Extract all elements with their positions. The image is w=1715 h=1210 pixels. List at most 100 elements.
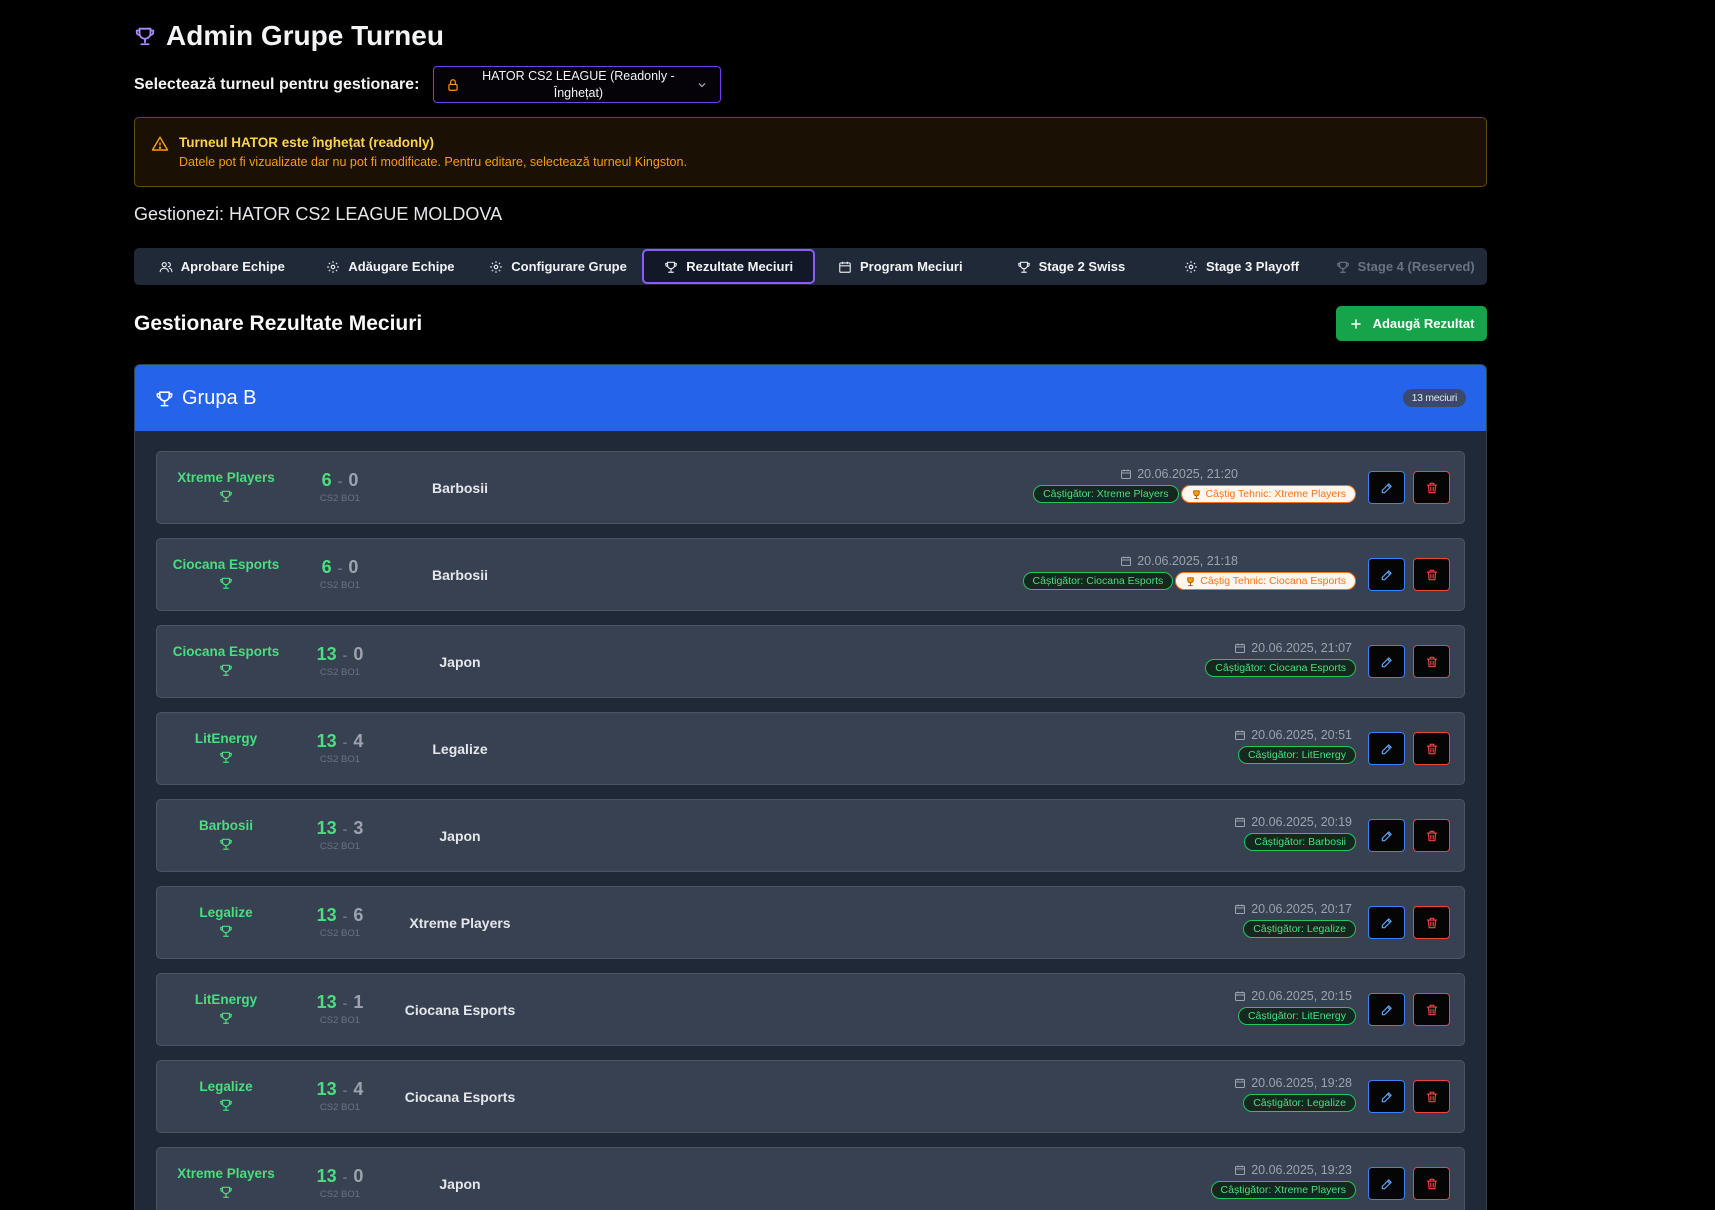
- add-result-button[interactable]: Adaugă Rezultat: [1336, 306, 1487, 341]
- tab-stage-3-playoff[interactable]: Stage 3 Playoff: [1157, 249, 1327, 284]
- score-team2: 0: [353, 1166, 364, 1186]
- technical-win-text: Câștig Tehnic: Ciocana Esports: [1200, 575, 1346, 587]
- trash-icon: [1425, 568, 1439, 582]
- alert-title: Turneul HATOR este înghețat (readonly): [179, 135, 435, 150]
- score-team1: 13: [316, 644, 337, 664]
- tab-label: Stage 2 Swiss: [1038, 259, 1126, 274]
- match-date: 20.06.2025, 21:20: [1120, 467, 1238, 481]
- tab-configurare-grupe[interactable]: Configurare Grupe: [474, 249, 642, 284]
- match-date-text: 20.06.2025, 21:20: [1137, 467, 1238, 481]
- winner-badge: Câștigător: Legalize: [1243, 1094, 1356, 1112]
- match-row: Legalize 13-6 CS2 BO1 Xtreme Players 20.06.2…: [156, 886, 1465, 959]
- match-score: 13-0 CS2 BO1: [295, 1166, 385, 1200]
- edit-match-button[interactable]: [1368, 645, 1405, 678]
- delete-match-button[interactable]: [1413, 471, 1450, 504]
- tab-program-meciuri[interactable]: Program Meciuri: [815, 249, 985, 284]
- trash-icon: [1425, 829, 1439, 843]
- select-value-line1: HATOR CS2 LEAGUE (Readonly -: [482, 68, 675, 83]
- tab-label: Aprobare Echipe: [180, 259, 285, 274]
- delete-match-button[interactable]: [1413, 645, 1450, 678]
- tab-rezultate-meciuri[interactable]: Rezultate Meciuri: [641, 249, 816, 284]
- trophy-icon: [157, 750, 295, 764]
- team1-name: Ciocana Esports: [172, 557, 280, 572]
- trash-icon: [1425, 742, 1439, 756]
- delete-match-button[interactable]: [1413, 558, 1450, 591]
- team1: Ciocana Esports: [157, 644, 295, 677]
- edit-match-button[interactable]: [1368, 471, 1405, 504]
- winner-badge: Câștigător: LitEnergy: [1237, 746, 1356, 764]
- delete-match-button[interactable]: [1413, 819, 1450, 852]
- delete-match-button[interactable]: [1413, 1080, 1450, 1113]
- match-meta: 20.06.2025, 19:28 Câștigător: Legalize: [1234, 1076, 1356, 1112]
- team1-name: Barbosii: [198, 818, 253, 833]
- tab-stage-2-swiss[interactable]: Stage 2 Swiss: [985, 249, 1157, 284]
- calendar-icon: [1120, 555, 1132, 567]
- match-meta: 20.06.2025, 20:19 Câștigător: Barbosii: [1234, 815, 1356, 851]
- match-format: CS2 BO1: [319, 1102, 361, 1113]
- score-separator: -: [342, 647, 348, 663]
- delete-match-button[interactable]: [1413, 1167, 1450, 1200]
- team1-name: LitEnergy: [194, 731, 258, 746]
- lock-icon: [446, 78, 460, 92]
- delete-match-button[interactable]: [1413, 993, 1450, 1026]
- score-separator: -: [342, 821, 348, 837]
- match-date-text: 20.06.2025, 19:23: [1251, 1163, 1352, 1177]
- trash-icon: [1425, 1177, 1439, 1191]
- team1: Legalize: [157, 905, 295, 938]
- trash-icon: [1425, 655, 1439, 669]
- edit-icon: [1380, 742, 1394, 756]
- score-separator: -: [342, 995, 348, 1011]
- winner-badge: Câștigător: Xtreme Players: [1033, 485, 1179, 503]
- match-meta: 20.06.2025, 21:18 Câștigător: Ciocana Esp…: [1022, 554, 1356, 590]
- edit-match-button[interactable]: [1368, 558, 1405, 591]
- edit-match-button[interactable]: [1368, 1167, 1405, 1200]
- team1-name: Legalize: [199, 905, 253, 920]
- team1: LitEnergy: [157, 731, 295, 764]
- team1-name: Xtreme Players: [177, 1166, 275, 1181]
- match-row: LitEnergy 13-1 CS2 BO1 Ciocana Esports 20.06…: [156, 973, 1465, 1046]
- score-team1: 13: [316, 818, 337, 838]
- match-date: 20.06.2025, 21:18: [1120, 554, 1238, 568]
- team2-name: Ciocana Esports: [404, 1089, 516, 1105]
- match-meta: 20.06.2025, 20:15 Câștigător: LitEnergy: [1234, 989, 1356, 1025]
- edit-match-button[interactable]: [1368, 732, 1405, 765]
- page-title: Admin Grupe Turneu: [166, 20, 444, 51]
- match-actions: [1368, 819, 1450, 852]
- admin-tabs: Aprobare Echipe Adăugare Echipe Configurar…: [134, 248, 1487, 285]
- readonly-alert: Turneul HATOR este înghețat (readonly) D…: [134, 117, 1487, 187]
- score-team1: 13: [316, 905, 337, 925]
- edit-icon: [1380, 1003, 1394, 1017]
- tab-stage-4-reserved: Stage 4 (Reserved): [1326, 249, 1484, 284]
- tab-aprobare-echipe[interactable]: Aprobare Echipe: [137, 249, 307, 284]
- score-team1: 13: [316, 992, 337, 1012]
- tournament-select[interactable]: HATOR CS2 LEAGUE (Readonly - Înghețat): [433, 66, 722, 103]
- team2-name: Xtreme Players: [409, 915, 511, 931]
- edit-match-button[interactable]: [1368, 993, 1405, 1026]
- tab-label: Configurare Grupe: [511, 259, 627, 274]
- trophy-icon: [1017, 260, 1031, 274]
- match-format: CS2 BO1: [319, 1189, 361, 1200]
- edit-match-button[interactable]: [1368, 1080, 1405, 1113]
- match-list: Xtreme Players 6-0 CS2 BO1 Barbosii 20.06.20…: [135, 431, 1486, 1210]
- edit-icon: [1380, 481, 1394, 495]
- edit-match-button[interactable]: [1368, 906, 1405, 939]
- match-score: 13-3 CS2 BO1: [295, 818, 385, 852]
- match-actions: [1368, 906, 1450, 939]
- edit-match-button[interactable]: [1368, 819, 1405, 852]
- tab-adăugare-echipe[interactable]: Adăugare Echipe: [307, 249, 475, 284]
- score-separator: -: [342, 734, 348, 750]
- gear-icon: [489, 260, 503, 274]
- team1: Ciocana Esports: [157, 557, 295, 590]
- match-actions: [1368, 1167, 1450, 1200]
- edit-icon: [1380, 655, 1394, 669]
- match-row: Ciocana Esports 13-0 CS2 BO1 Japon 20.06.202…: [156, 625, 1465, 698]
- match-date: 20.06.2025, 19:23: [1234, 1163, 1352, 1177]
- delete-match-button[interactable]: [1413, 906, 1450, 939]
- tournament-select-value: HATOR CS2 LEAGUE (Readonly - Înghețat): [468, 68, 688, 102]
- tab-label: Rezultate Meciuri: [686, 259, 794, 274]
- delete-match-button[interactable]: [1413, 732, 1450, 765]
- score-team2: 4: [353, 1079, 364, 1099]
- score-team1: 13: [316, 1166, 337, 1186]
- trophy-icon: [157, 576, 295, 590]
- calendar-icon: [1234, 729, 1246, 741]
